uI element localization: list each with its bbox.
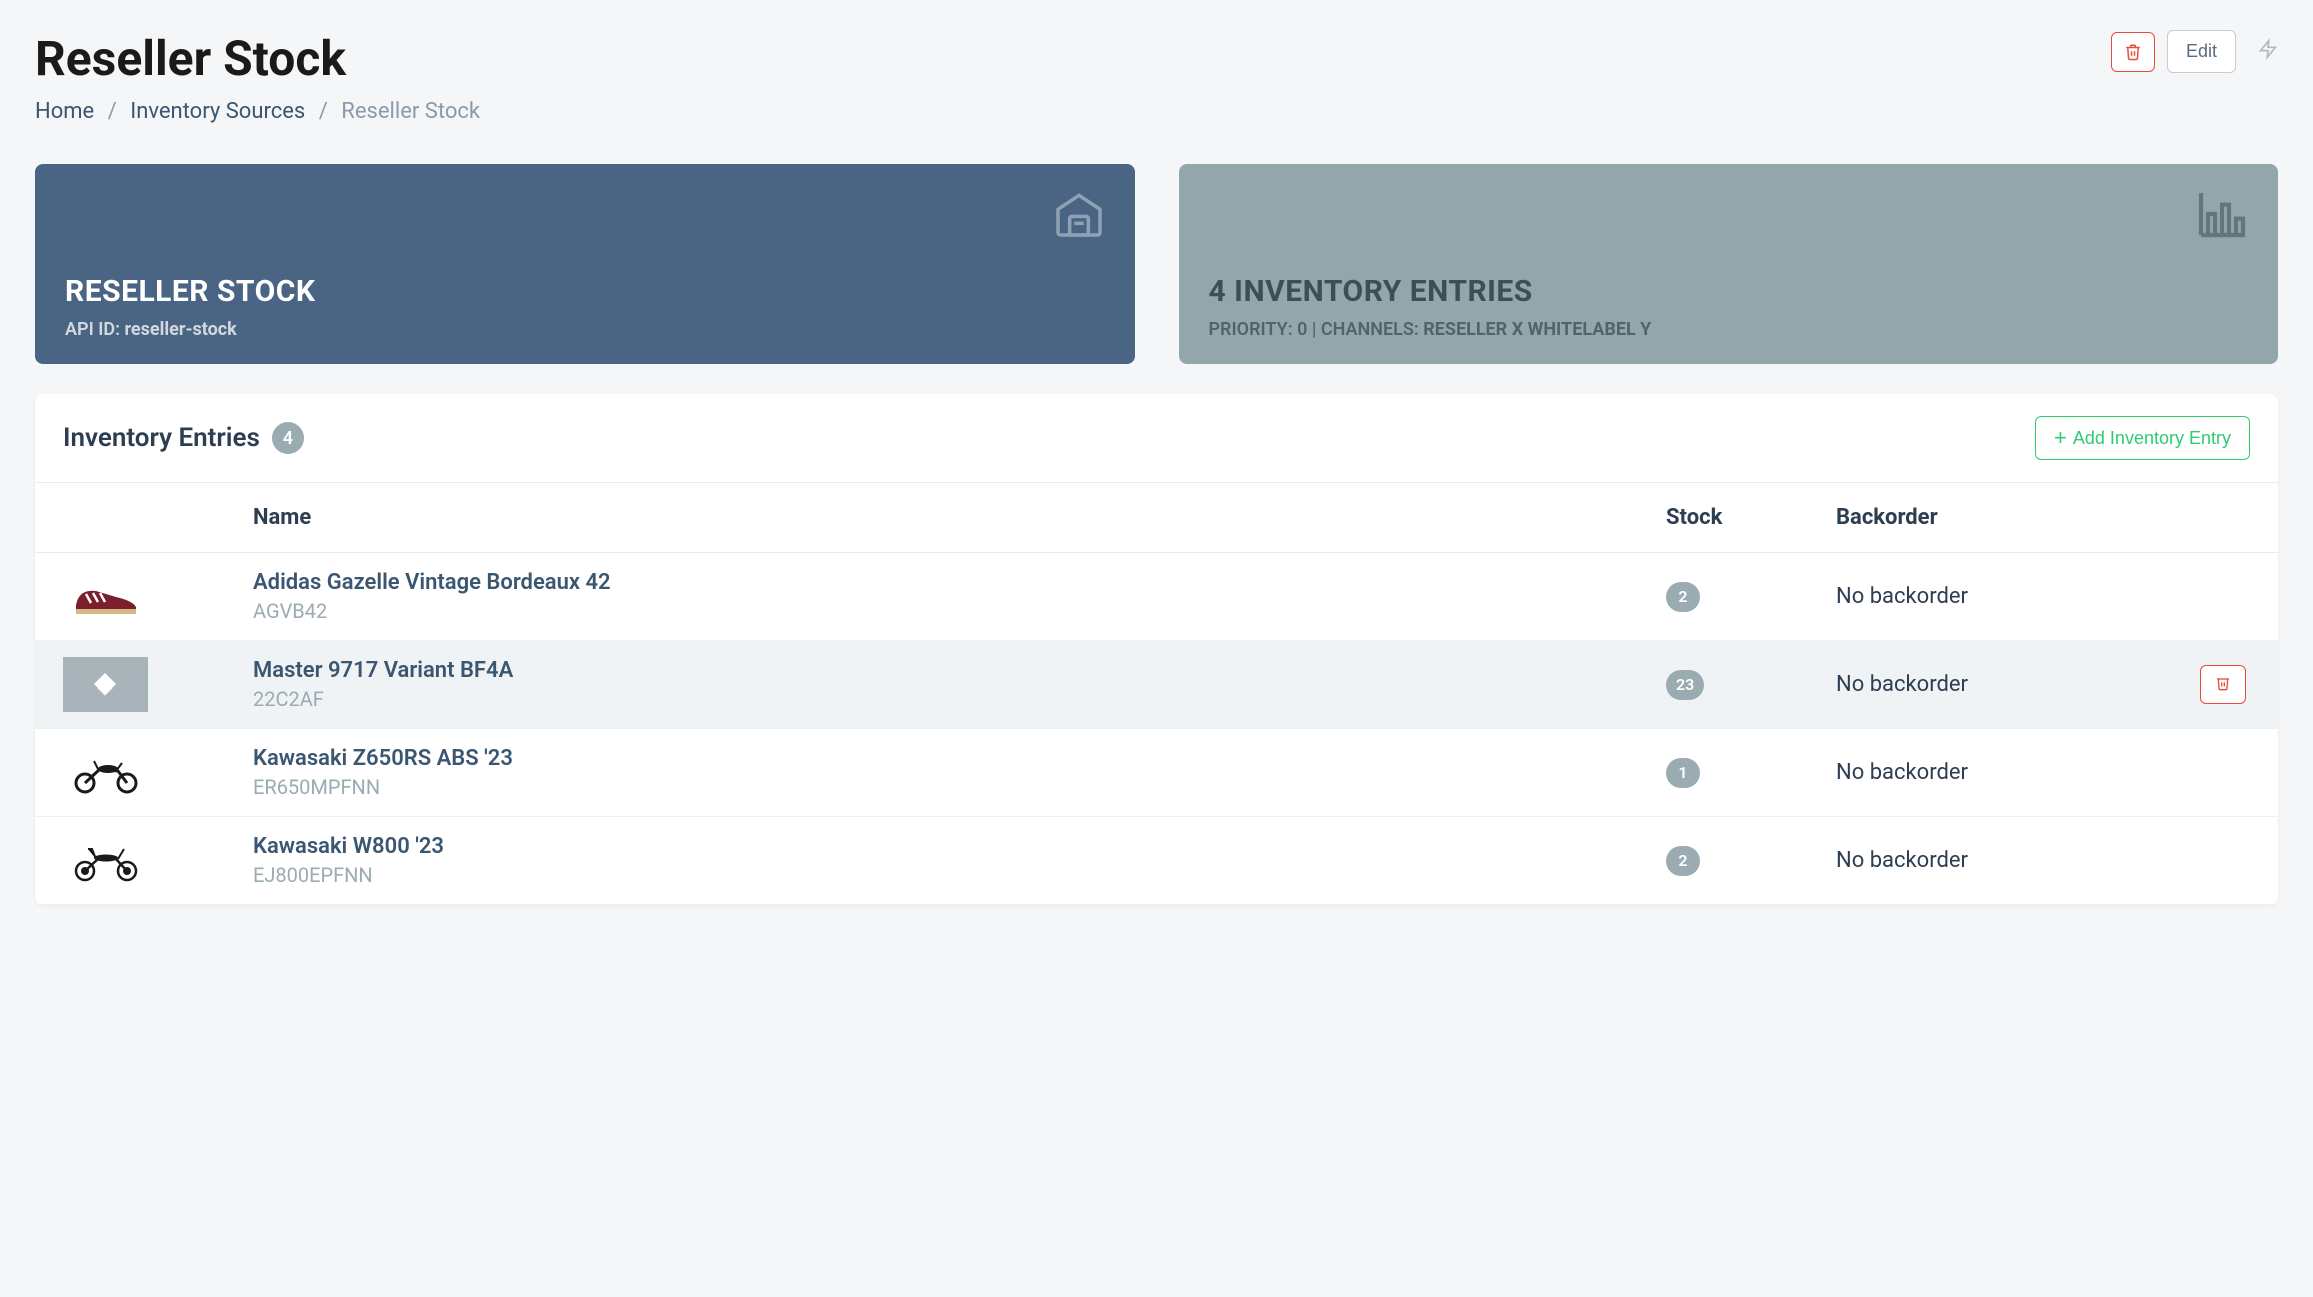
- inventory-table: Name Stock Backorder Adidas Gazelle Vint…: [35, 483, 2278, 905]
- stock-badge: 2: [1666, 846, 1700, 876]
- card-source-sub: API ID: reseller-stock: [65, 319, 1105, 340]
- edit-button[interactable]: Edit: [2167, 30, 2236, 73]
- trash-icon: [2124, 43, 2142, 61]
- add-inventory-entry-button[interactable]: + Add Inventory Entry: [2035, 416, 2250, 460]
- backorder-text: No backorder: [1836, 848, 1968, 873]
- stock-badge: 2: [1666, 582, 1700, 612]
- backorder-text: No backorder: [1836, 672, 1968, 697]
- product-thumbnail: [63, 569, 148, 624]
- breadcrumb-home[interactable]: Home: [35, 99, 94, 124]
- product-name[interactable]: Kawasaki W800 '23: [253, 834, 1630, 859]
- warehouse-icon: [1051, 186, 1107, 246]
- panel-title: Inventory Entries 4: [63, 422, 304, 454]
- card-entries: 4 INVENTORY ENTRIES PRIORITY: 0 | CHANNE…: [1179, 164, 2279, 364]
- trash-icon: [2215, 675, 2231, 691]
- breadcrumb-separator: /: [319, 99, 328, 124]
- product-thumbnail: [63, 657, 148, 712]
- inventory-panel: Inventory Entries 4 + Add Inventory Entr…: [35, 394, 2278, 905]
- breadcrumb: Home / Inventory Sources / Reseller Stoc…: [35, 99, 480, 124]
- product-sku: ER650MPFNN: [253, 775, 1630, 799]
- product-name[interactable]: Adidas Gazelle Vintage Bordeaux 42: [253, 570, 1630, 595]
- stock-badge: 1: [1666, 758, 1700, 788]
- product-thumbnail: [63, 833, 148, 888]
- col-backorder: Backorder: [1818, 483, 2138, 553]
- lightning-icon[interactable]: [2258, 38, 2278, 66]
- card-source: RESELLER STOCK API ID: reseller-stock: [35, 164, 1135, 364]
- col-name: Name: [235, 483, 1648, 553]
- table-row[interactable]: Adidas Gazelle Vintage Bordeaux 42 AGVB42…: [35, 553, 2278, 641]
- breadcrumb-inventory-sources[interactable]: Inventory Sources: [130, 99, 305, 124]
- product-name[interactable]: Kawasaki Z650RS ABS '23: [253, 746, 1630, 771]
- product-sku: EJ800EPFNN: [253, 863, 1630, 887]
- product-name[interactable]: Master 9717 Variant BF4A: [253, 658, 1630, 683]
- product-sku: AGVB42: [253, 599, 1630, 623]
- page-title: Reseller Stock: [35, 30, 480, 87]
- backorder-text: No backorder: [1836, 584, 1968, 609]
- breadcrumb-current: Reseller Stock: [341, 99, 480, 124]
- row-delete-button[interactable]: [2200, 665, 2246, 704]
- product-sku: 22C2AF: [253, 687, 1630, 711]
- table-row[interactable]: Master 9717 Variant BF4A 22C2AF 23 No backo…: [35, 641, 2278, 729]
- delete-button[interactable]: [2111, 32, 2155, 72]
- product-thumbnail: [63, 745, 148, 800]
- stock-badge: 23: [1666, 670, 1704, 700]
- plus-icon: +: [2054, 427, 2067, 449]
- card-source-title: RESELLER STOCK: [65, 274, 1105, 309]
- col-stock: Stock: [1648, 483, 1818, 553]
- breadcrumb-separator: /: [108, 99, 117, 124]
- bar-chart-icon: [2194, 186, 2250, 246]
- backorder-text: No backorder: [1836, 760, 1968, 785]
- table-row[interactable]: Kawasaki Z650RS ABS '23 ER650MPFNN 1 No bac…: [35, 729, 2278, 817]
- table-row[interactable]: Kawasaki W800 '23 EJ800EPFNN 2 No backorder: [35, 817, 2278, 905]
- entries-count-badge: 4: [272, 422, 304, 454]
- card-entries-title: 4 INVENTORY ENTRIES: [1209, 274, 2249, 309]
- card-entries-sub: PRIORITY: 0 | CHANNELS: RESELLER X WHITE…: [1209, 319, 2249, 340]
